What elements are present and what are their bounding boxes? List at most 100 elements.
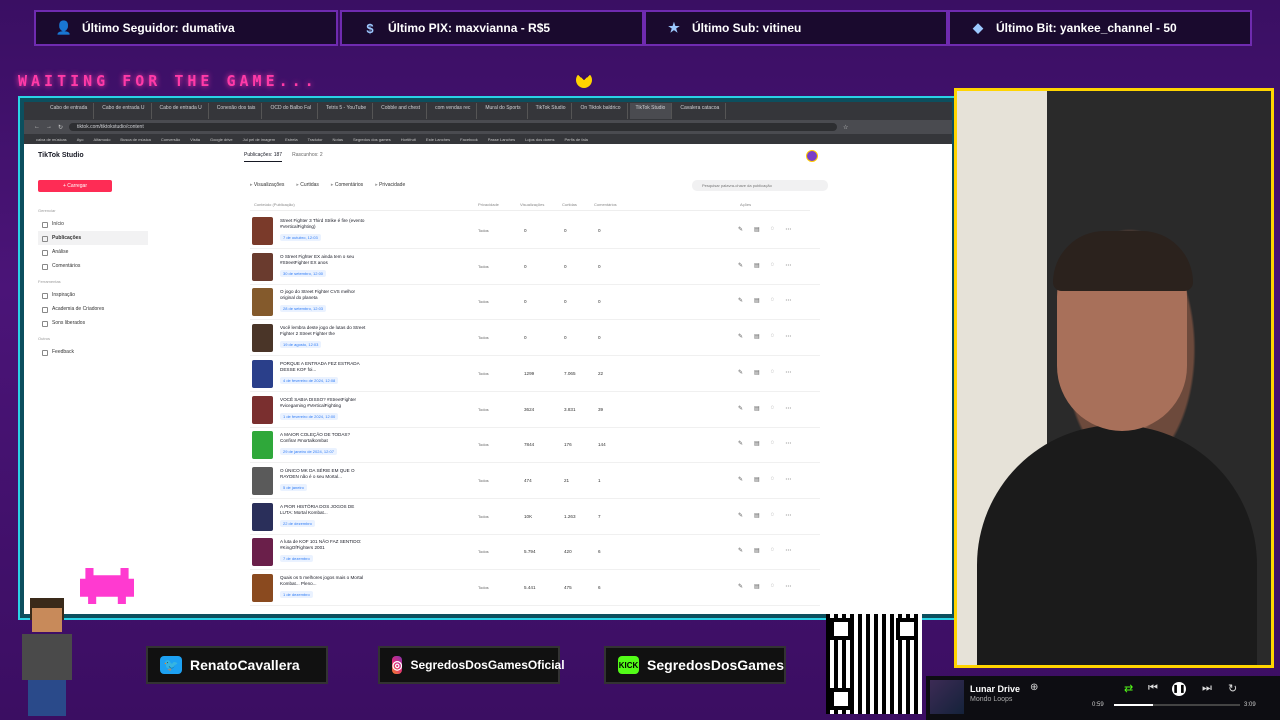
privacy-select[interactable]: Todos xyxy=(478,478,489,483)
analytics-icon[interactable]: ▤ xyxy=(754,547,760,554)
upload-button[interactable]: + Carregar xyxy=(38,180,112,192)
comment-icon[interactable]: ◌ xyxy=(771,547,775,554)
analytics-icon[interactable]: ▤ xyxy=(754,369,760,376)
privacy-select[interactable]: Todos xyxy=(478,442,489,447)
edit-icon[interactable]: ✎ xyxy=(738,583,743,590)
browser-tab[interactable]: Cabo de entrada xyxy=(44,103,95,119)
edit-icon[interactable]: ✎ xyxy=(738,297,743,304)
analytics-icon[interactable]: ▤ xyxy=(754,476,760,483)
column-header[interactable]: Visualizações xyxy=(520,202,544,207)
more-icon[interactable]: ⋯ xyxy=(785,297,791,304)
privacy-select[interactable]: Todos xyxy=(478,549,489,554)
bookmark[interactable]: Visita xyxy=(190,137,200,142)
table-row[interactable]: Quais os 5 melhores jogos mais o Mortal … xyxy=(250,569,820,606)
table-row[interactable]: A luta de KOF 101 NÃO FAZ SENTIDO: #King… xyxy=(250,533,820,571)
bookmark[interactable]: Conversão xyxy=(161,137,180,142)
comment-icon[interactable]: ◌ xyxy=(771,333,775,340)
edit-icon[interactable]: ✎ xyxy=(738,440,743,447)
post-title[interactable]: O jogo do Street Fighter CVS melhor orig… xyxy=(280,289,366,301)
bookmark[interactable]: caixa de músicas xyxy=(36,137,67,142)
more-icon[interactable]: ⋯ xyxy=(785,369,791,376)
bookmark[interactable]: Google drive xyxy=(210,137,233,142)
bookmark[interactable]: Notas xyxy=(333,137,343,142)
edit-icon[interactable]: ✎ xyxy=(738,547,743,554)
browser-tab[interactable]: OCD do Balbo Fal xyxy=(264,103,319,119)
post-title[interactable]: O ÚNICO MK DA SÉRIE EM QUE O RAYDEN não … xyxy=(280,468,366,480)
comment-icon[interactable]: ◌ xyxy=(771,297,775,304)
sidebar-item-feedback[interactable]: Feedback xyxy=(38,345,148,359)
bookmark[interactable]: Busca de música xyxy=(120,137,150,142)
progress-bar[interactable] xyxy=(1114,704,1240,706)
more-icon[interactable]: ⋯ xyxy=(785,583,791,590)
table-row[interactable]: A MAIOR COLEÇÃO DE TODAS? Confira! #mort… xyxy=(250,426,820,464)
comment-icon[interactable]: ◌ xyxy=(771,476,775,483)
more-icon[interactable]: ⋯ xyxy=(785,405,791,412)
bookmark[interactable]: Ayo xyxy=(77,137,84,142)
add-icon[interactable]: ⊕ xyxy=(1030,682,1038,693)
browser-tab[interactable]: com vendas rec xyxy=(429,103,478,119)
reload-icon[interactable]: ↻ xyxy=(58,124,63,131)
table-row[interactable]: A PIOR HISTÓRIA DOS JOGOS DE LUTA: Morta… xyxy=(250,498,820,535)
browser-tab[interactable]: Mural do Sports xyxy=(479,103,528,119)
analytics-icon[interactable]: ▤ xyxy=(754,262,760,269)
more-icon[interactable]: ⋯ xyxy=(785,226,791,233)
video-thumbnail[interactable] xyxy=(252,252,273,281)
filter-likes[interactable]: Curtidas xyxy=(296,182,319,188)
post-title[interactable]: A luta de KOF 101 NÃO FAZ SENTIDO: #King… xyxy=(280,539,366,551)
bookmark[interactable]: Hortifruti xyxy=(401,137,416,142)
browser-tab[interactable]: Cavalera catacoa xyxy=(674,103,727,119)
bookmark[interactable]: Segredos dos games xyxy=(353,137,391,142)
browser-tab[interactable]: TikTok Studio xyxy=(530,103,573,119)
comment-icon[interactable]: ◌ xyxy=(771,369,775,376)
privacy-select[interactable]: Todos xyxy=(478,585,489,590)
more-icon[interactable]: ⋯ xyxy=(785,440,791,447)
table-row[interactable]: O Street Fighter EX ainda tem o seu #Str… xyxy=(250,248,820,285)
studio-logo[interactable]: TikTok Studio xyxy=(38,152,84,159)
analytics-icon[interactable]: ▤ xyxy=(754,512,760,519)
more-icon[interactable]: ⋯ xyxy=(785,547,791,554)
back-icon[interactable]: ← xyxy=(34,124,40,130)
forward-icon[interactable]: → xyxy=(46,124,52,130)
privacy-select[interactable]: Todos xyxy=(478,407,489,412)
more-icon[interactable]: ⋯ xyxy=(785,262,791,269)
edit-icon[interactable]: ✎ xyxy=(738,369,743,376)
search-input[interactable] xyxy=(692,180,828,191)
table-row[interactable]: VOCÊ SABIA DISSO? #StreetFighter #vicega… xyxy=(250,391,820,428)
table-row[interactable]: O jogo do Street Fighter CVS melhor orig… xyxy=(250,283,820,321)
sidebar-item-comments[interactable]: Comentários xyxy=(38,259,148,273)
video-thumbnail[interactable] xyxy=(252,288,273,317)
pause-icon[interactable]: ❚❚ xyxy=(1172,682,1186,696)
post-title[interactable]: O Street Fighter EX ainda tem o seu #Str… xyxy=(280,254,366,266)
edit-icon[interactable]: ✎ xyxy=(738,262,743,269)
video-thumbnail[interactable] xyxy=(252,217,273,245)
browser-tab[interactable]: Cobble and chest xyxy=(375,103,428,119)
bookmark[interactable]: Lojos dos dorms xyxy=(525,137,554,142)
analytics-icon[interactable]: ▤ xyxy=(754,440,760,447)
tab-drafts[interactable]: Rascunhos: 2 xyxy=(292,152,323,162)
video-thumbnail[interactable] xyxy=(252,466,273,495)
bookmark[interactable]: Jul pel de imagem xyxy=(243,137,275,142)
post-title[interactable]: Quais os 5 melhores jogos mais o Mortal … xyxy=(280,575,366,587)
filter-comments[interactable]: Comentários xyxy=(331,182,363,188)
comment-icon[interactable]: ◌ xyxy=(771,583,775,590)
analytics-icon[interactable]: ▤ xyxy=(754,405,760,412)
table-row[interactable]: Você lembra deste jogo de lutas do Stree… xyxy=(250,319,820,357)
sidebar-item-analytics[interactable]: Análise xyxy=(38,245,148,259)
avatar[interactable] xyxy=(806,150,818,162)
browser-tab[interactable]: Tetris 5 - YouTube xyxy=(320,103,374,119)
edit-icon[interactable]: ✎ xyxy=(738,476,743,483)
video-thumbnail[interactable] xyxy=(252,502,273,531)
edit-icon[interactable]: ✎ xyxy=(738,405,743,412)
bookmark[interactable]: Perfis de fala xyxy=(564,137,587,142)
edit-icon[interactable]: ✎ xyxy=(738,512,743,519)
post-title[interactable]: A MAIOR COLEÇÃO DE TODAS? Confira! #mort… xyxy=(280,432,366,444)
privacy-select[interactable]: Todos xyxy=(478,514,489,519)
browser-tab[interactable]: Cabo de entrada U xyxy=(96,103,152,119)
sidebar-item-sounds[interactable]: Sons liberados xyxy=(38,316,148,330)
repeat-icon[interactable]: ↻ xyxy=(1228,682,1237,695)
post-title[interactable]: Street Fighter 3 Third Strike é fire (ev… xyxy=(280,218,366,230)
sidebar-item-posts[interactable]: Publicações xyxy=(38,231,148,245)
bookmark[interactable]: Este Lanches xyxy=(426,137,450,142)
privacy-select[interactable]: Todos xyxy=(478,264,489,269)
column-header[interactable]: Curtidas xyxy=(562,202,577,207)
